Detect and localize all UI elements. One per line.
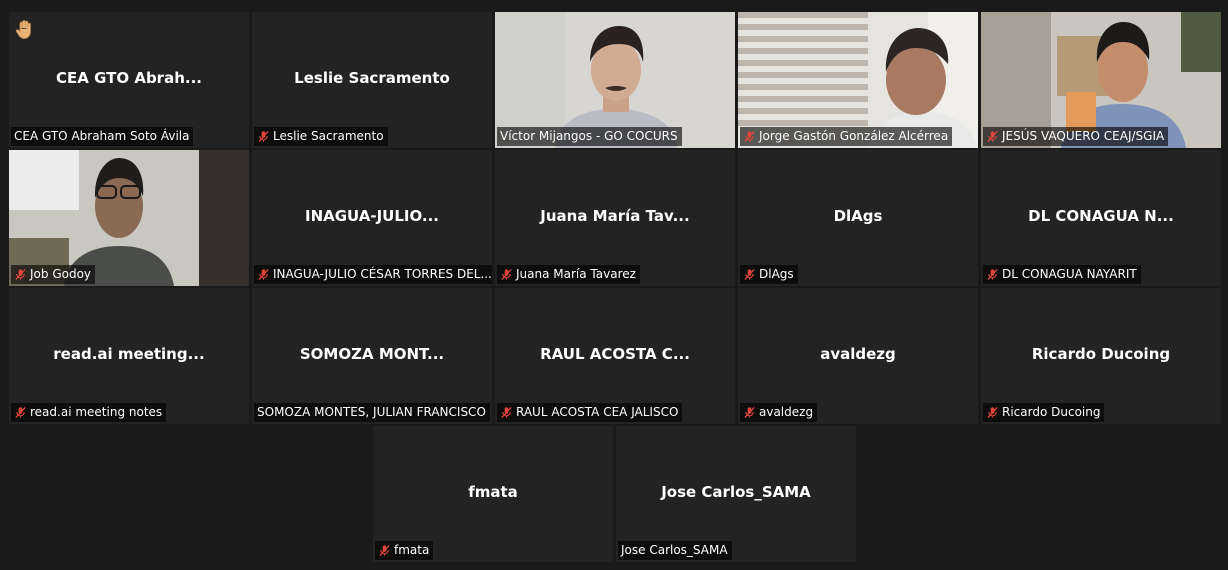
participant-name: Juana María Tav... [540,207,690,225]
participant-tile[interactable]: RAUL ACOSTA C... RAUL ACOSTA CEA JALISCO [495,288,735,424]
participant-label: Jose Carlos_SAMA [618,541,732,560]
participant-label: read.ai meeting notes [11,403,167,422]
participant-name: SOMOZA MONT... [299,345,445,363]
participant-label: CEA GTO Abraham Soto Ávila [11,127,194,146]
participant-tile[interactable]: fmata fmata [373,426,613,562]
participant-name: Ricardo Ducoing [1031,345,1171,363]
participant-tile[interactable]: Ricardo Ducoing Ricardo Ducoing [981,288,1221,424]
participant-label: Leslie Sacramento [254,127,388,146]
mic-muted-icon [258,268,269,281]
participant-label: INAGUA-JULIO CÉSAR TORRES DEL... [254,265,492,284]
participant-name: INAGUA-JULIO... [304,207,440,225]
participant-label: Jorge Gastón González Alcérrea [740,127,953,146]
participant-label: DlAgs [740,265,798,284]
participant-label: Juana María Tavarez [497,265,640,284]
participant-label: DL CONAGUA NAYARIT [983,265,1141,284]
participant-label: fmata [375,541,434,560]
participant-label: RAUL ACOSTA CEA JALISCO [497,403,683,422]
participant-tile-active-speaker[interactable]: Víctor Mijangos - GO COCURS [495,12,735,148]
participant-tile[interactable]: DlAgs DlAgs [738,150,978,286]
participant-label: avaldezg [740,403,818,422]
participant-name: DL CONAGUA N... [1028,207,1174,225]
participant-label: JESÚS VAQUERO CEAJ/SGIA [983,127,1169,146]
mic-muted-icon [258,130,269,143]
participant-tile[interactable]: Jorge Gastón González Alcérrea [738,12,978,148]
participant-tile[interactable]: INAGUA-JULIO... INAGUA-JULIO CÉSAR TORRE… [252,150,492,286]
mic-muted-icon [744,268,755,281]
mic-muted-icon [987,406,998,419]
mic-muted-icon [15,406,26,419]
participant-name: fmata [468,483,518,501]
participant-name: CEA GTO Abrah... [56,69,202,87]
mic-muted-icon [744,130,755,143]
mic-muted-icon [379,544,390,557]
participant-tile[interactable]: read.ai meeting... read.ai meeting notes [9,288,249,424]
participant-label: SOMOZA MONTES, JULIAN FRANCISCO [254,403,490,422]
mic-muted-icon [501,268,512,281]
raised-hand-icon [15,20,31,39]
participant-tile[interactable]: Jose Carlos_SAMA Jose Carlos_SAMA [616,426,856,562]
participant-tile[interactable]: JESÚS VAQUERO CEAJ/SGIA [981,12,1221,148]
mic-muted-icon [15,268,26,281]
mic-muted-icon [744,406,755,419]
participant-tile[interactable]: Leslie Sacramento Leslie Sacramento [252,12,492,148]
mic-muted-icon [987,130,998,143]
participant-tile[interactable]: DL CONAGUA N... DL CONAGUA NAYARIT [981,150,1221,286]
participant-label: Job Godoy [11,265,96,284]
participant-name: Jose Carlos_SAMA [661,483,811,501]
participant-name: avaldezg [820,345,896,363]
mic-muted-icon [987,268,998,281]
participant-label: Víctor Mijangos - GO COCURS [497,127,682,146]
participant-name: Leslie Sacramento [294,69,450,87]
participant-name: DlAgs [833,207,883,225]
participant-name: RAUL ACOSTA C... [540,345,690,363]
participant-tile[interactable]: CEA GTO Abrah... CEA GTO Abraham Soto Áv… [9,12,249,148]
participant-tile[interactable]: Juana María Tav... Juana María Tavarez [495,150,735,286]
participant-tile[interactable]: SOMOZA MONT... SOMOZA MONTES, JULIAN FRA… [252,288,492,424]
participant-label: Ricardo Ducoing [983,403,1105,422]
participant-tile[interactable]: avaldezg avaldezg [738,288,978,424]
participant-tile[interactable]: Job Godoy [9,150,249,286]
participant-name: read.ai meeting... [53,345,205,363]
mic-muted-icon [501,406,512,419]
